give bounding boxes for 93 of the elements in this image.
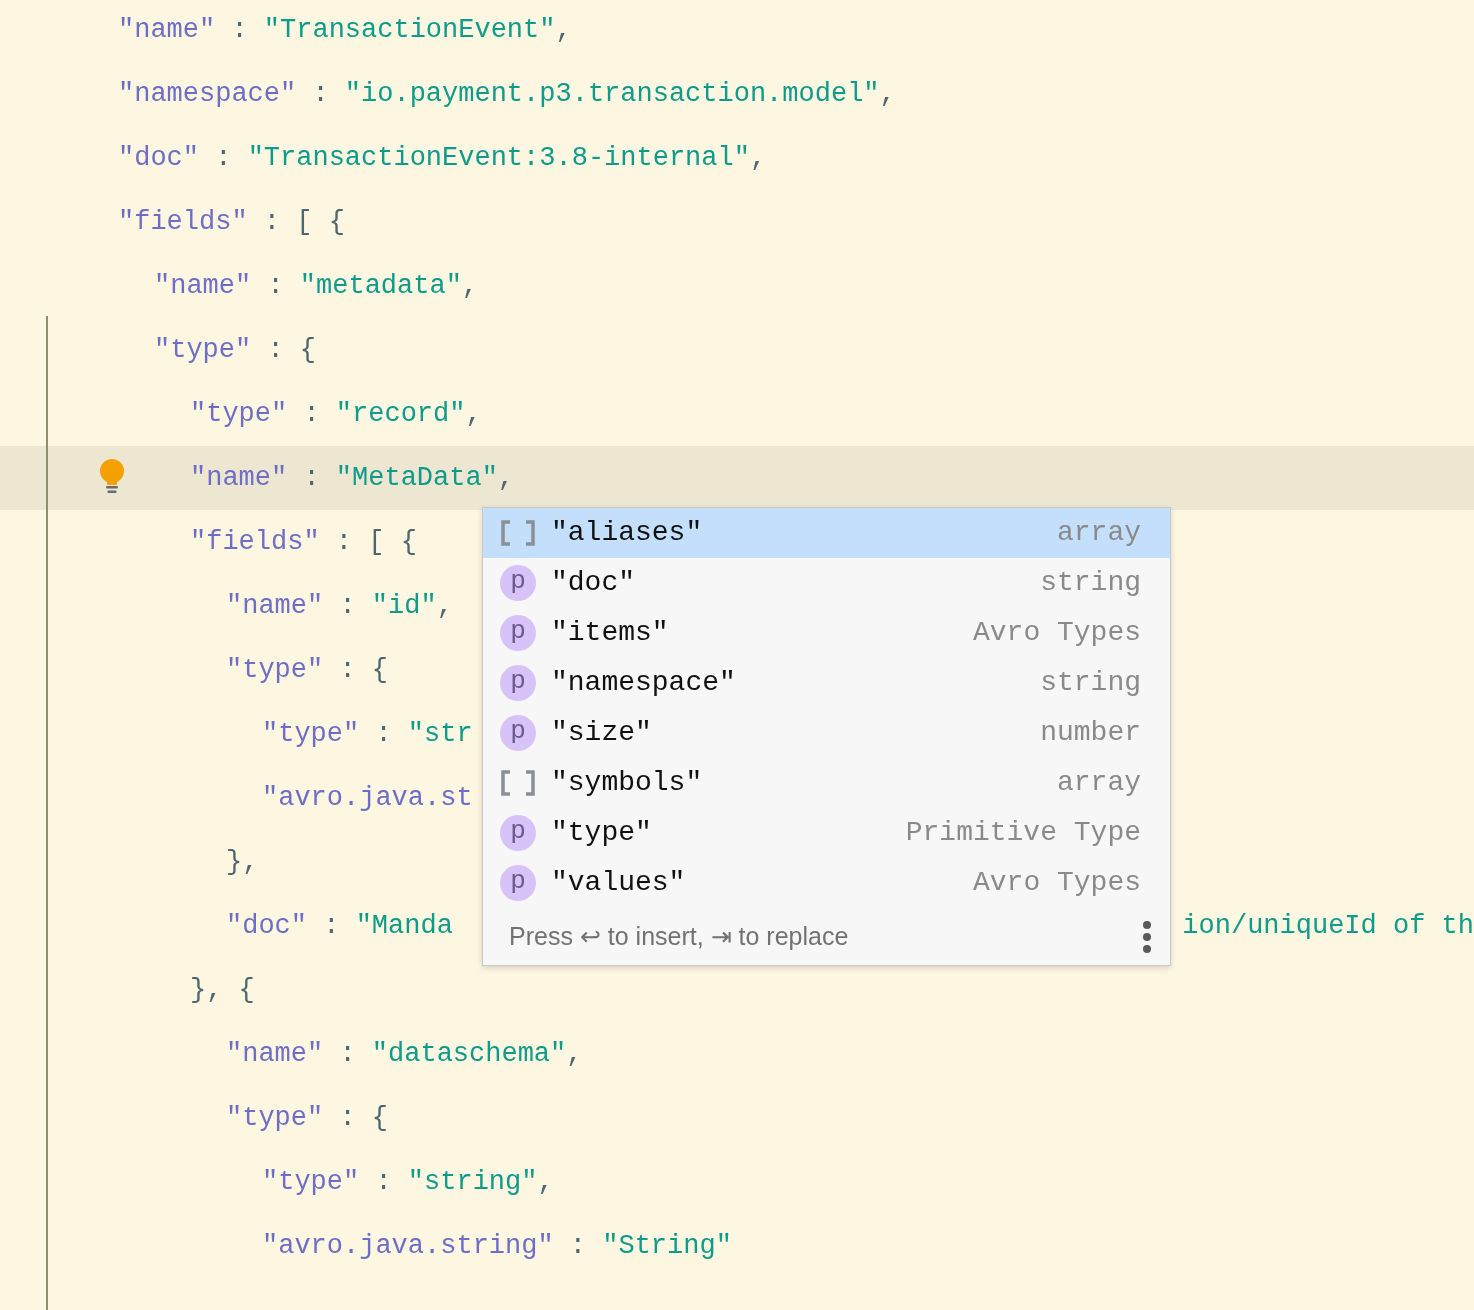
completion-type: string [1040, 666, 1141, 700]
json-punctuation: , [497, 461, 515, 495]
completion-type: Avro Types [972, 616, 1141, 650]
json-string: "string" [407, 1165, 538, 1199]
json-string: "metadata" [299, 269, 462, 303]
completion-hint: Press ↩ to insert, ⇥ to replace [509, 920, 849, 952]
json-punctuation: : { [338, 653, 389, 687]
property-badge: p [500, 715, 536, 751]
property-badge: p [500, 615, 536, 651]
json-punctuation: : { [338, 1101, 389, 1135]
completion-item[interactable]: p "items" Avro Types [483, 608, 1170, 658]
completion-item[interactable]: p "values" Avro Types [483, 858, 1170, 908]
completion-label: "aliases" [551, 516, 703, 550]
json-string: "String" [602, 1229, 732, 1263]
json-key: "fields" [118, 201, 248, 243]
property-badge: p [500, 815, 536, 851]
json-punctuation: : [311, 77, 330, 111]
json-string: "dataschema" [371, 1037, 567, 1071]
completion-label: "doc" [551, 566, 635, 600]
property-badge: p [500, 865, 536, 901]
json-key: "type" [262, 713, 360, 755]
json-key: "avro.java.st [262, 777, 473, 819]
json-key: "type" [190, 393, 288, 435]
json-punctuation: , [461, 269, 479, 303]
completion-item[interactable]: p "namespace" string [483, 658, 1170, 708]
json-string: "TransactionEvent" [263, 13, 556, 47]
json-punctuation: , [879, 77, 896, 111]
json-punctuation: , [555, 13, 572, 47]
json-string: ion/uniqueId of th [1182, 909, 1474, 943]
json-key: "avro.java.string" [262, 1225, 554, 1267]
json-key: "name" [190, 457, 288, 499]
json-punctuation: : { [266, 333, 317, 367]
completion-label: "values" [551, 866, 686, 900]
completion-label: "namespace" [551, 666, 736, 700]
brackets-icon [500, 770, 536, 796]
json-punctuation: : [338, 1037, 357, 1071]
json-punctuation: : [322, 909, 341, 943]
json-key: "namespace" [118, 73, 297, 115]
property-badge: p [500, 665, 536, 701]
json-key: "name" [226, 585, 324, 627]
completion-type: string [1040, 566, 1141, 600]
json-punctuation: , [436, 589, 453, 623]
json-key: "type" [262, 1161, 360, 1203]
json-key: "doc" [118, 137, 199, 179]
completion-label: "symbols" [551, 766, 703, 800]
json-punctuation: : [568, 1229, 588, 1263]
json-key: "name" [226, 1033, 324, 1075]
json-punctuation: : [ { [334, 525, 417, 559]
json-key: "name" [154, 265, 252, 307]
json-punctuation: , [465, 397, 482, 431]
json-punctuation: : [374, 1165, 393, 1199]
json-punctuation: : [266, 269, 285, 303]
json-punctuation: : [374, 717, 393, 751]
json-string: "str [407, 717, 473, 751]
json-string: "io.payment.p3.transaction.model" [344, 77, 880, 111]
json-punctuation: : [338, 589, 357, 623]
json-key: "doc" [226, 905, 307, 947]
completion-label: "type" [551, 816, 652, 850]
completion-item[interactable]: p "doc" string [483, 558, 1170, 608]
completion-label: "size" [551, 716, 652, 750]
completion-type: Primitive Type [905, 816, 1141, 850]
completion-label: "items" [551, 616, 669, 650]
json-punctuation: : [302, 397, 321, 431]
json-key: "type" [154, 329, 252, 371]
json-string: "Manda [355, 909, 453, 943]
completion-type: number [1040, 716, 1141, 750]
json-punctuation: , [749, 141, 767, 175]
json-string: "id" [371, 589, 437, 623]
json-punctuation: : [214, 141, 233, 175]
completion-type: Avro Types [972, 866, 1141, 900]
json-key: "name" [118, 9, 216, 51]
json-key: "type" [226, 1097, 324, 1139]
json-punctuation: }, { [190, 973, 255, 1007]
completion-type: array [1057, 516, 1141, 550]
brackets-icon [500, 520, 536, 546]
completion-item[interactable]: "symbols" array [483, 758, 1170, 808]
json-string: "record" [335, 397, 466, 431]
completion-type: array [1057, 766, 1141, 800]
json-punctuation: : [302, 461, 321, 495]
completion-item[interactable]: p "size" number [483, 708, 1170, 758]
more-options-icon[interactable] [1142, 919, 1152, 954]
json-punctuation: : [230, 13, 249, 47]
json-punctuation: , [566, 1037, 583, 1071]
json-string: "MetaData" [335, 461, 498, 495]
json-punctuation: : [ { [262, 205, 345, 239]
json-key: "fields" [190, 521, 320, 563]
property-badge: p [500, 565, 536, 601]
completion-item[interactable]: "aliases" array [483, 508, 1170, 558]
json-punctuation: }, [226, 845, 259, 879]
json-string: "TransactionEvent:3.8-internal" [247, 141, 750, 175]
json-punctuation: , [537, 1165, 554, 1199]
completion-item[interactable]: p "type" Primitive Type [483, 808, 1170, 858]
json-key: "type" [226, 649, 324, 691]
